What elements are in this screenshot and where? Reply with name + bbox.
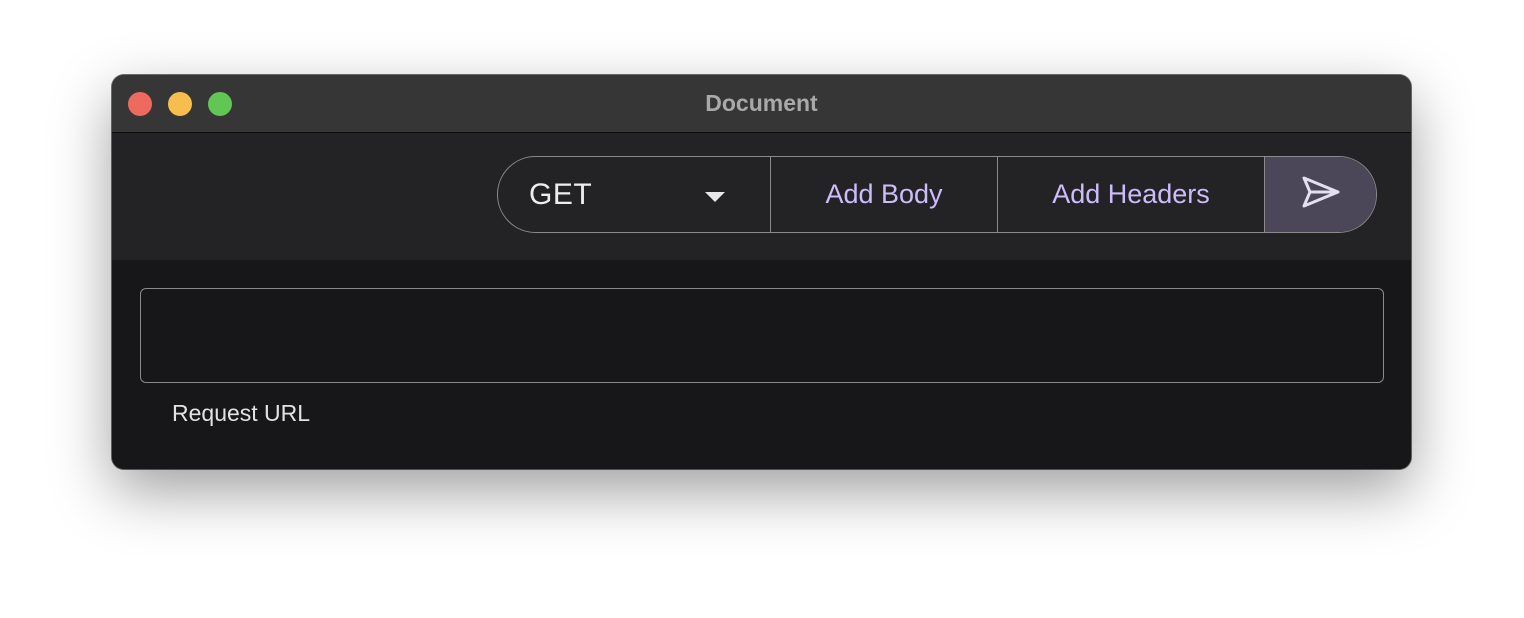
close-window-button[interactable] <box>128 92 152 116</box>
title-bar[interactable]: Document <box>112 75 1411 133</box>
send-icon <box>1301 175 1341 214</box>
app-window: Document GET Add Body Add Headers Reques… <box>112 75 1411 469</box>
minimize-window-button[interactable] <box>168 92 192 116</box>
add-body-label: Add Body <box>825 179 943 209</box>
method-select[interactable]: GET <box>498 157 771 232</box>
toolbar: GET Add Body Add Headers <box>112 133 1411 260</box>
add-body-button[interactable]: Add Body <box>771 157 998 232</box>
window-title: Document <box>705 90 818 116</box>
chevron-down-icon <box>705 192 725 202</box>
method-value: GET <box>529 177 593 211</box>
request-url-label: Request URL <box>172 400 311 426</box>
request-url-input[interactable] <box>140 288 1384 383</box>
request-controls: GET Add Body Add Headers <box>497 156 1377 233</box>
add-headers-label: Add Headers <box>1052 179 1210 209</box>
send-button[interactable] <box>1265 157 1376 232</box>
main-content: Request URL <box>112 260 1411 469</box>
add-headers-button[interactable]: Add Headers <box>998 157 1265 232</box>
zoom-window-button[interactable] <box>208 92 232 116</box>
